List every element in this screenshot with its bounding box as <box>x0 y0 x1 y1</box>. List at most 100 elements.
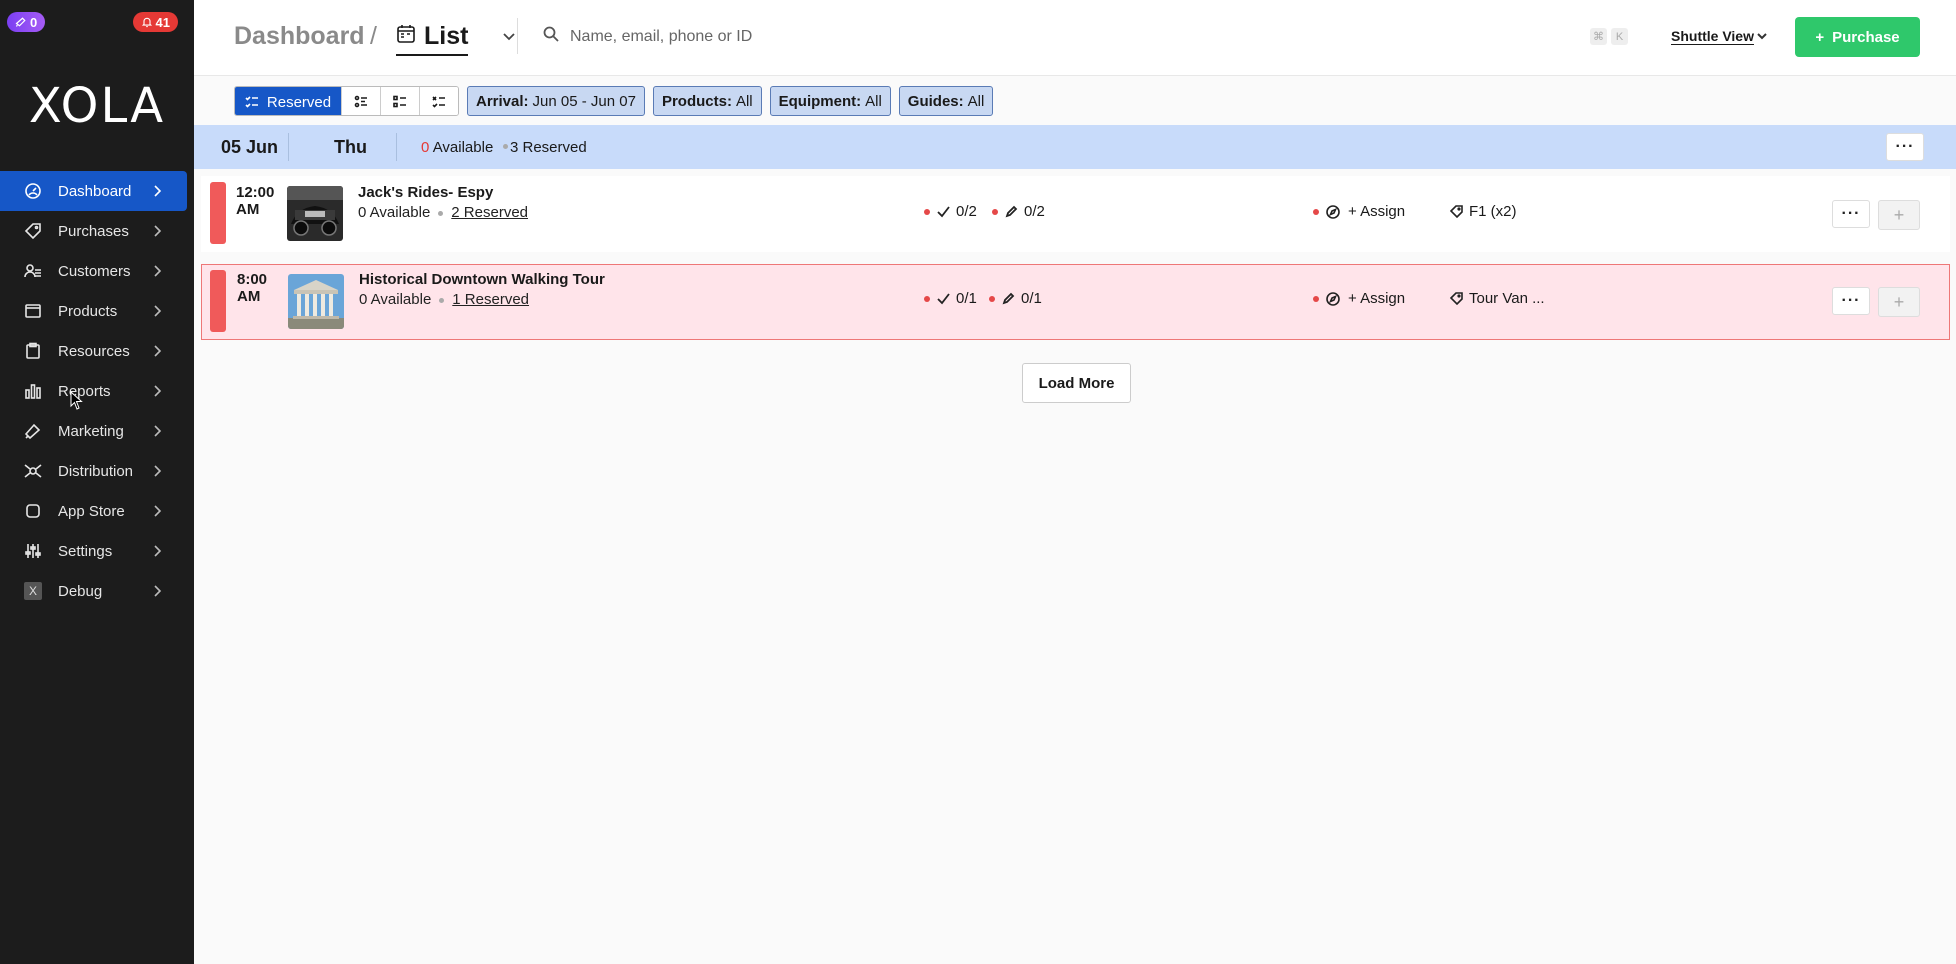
notification-badge-purple[interactable]: 0 <box>7 12 46 32</box>
plus-icon: + <box>1893 204 1905 225</box>
reserved-filter-button[interactable]: Reserved <box>235 87 341 115</box>
sidebar-item-debug[interactable]: X Debug <box>0 571 194 611</box>
sidebar-item-reports[interactable]: Reports <box>0 371 194 411</box>
event-title[interactable]: Historical Downtown Walking Tour <box>359 271 605 288</box>
equipment-info[interactable]: F1 (x2) <box>1450 203 1517 220</box>
view-selector[interactable]: List <box>396 20 469 56</box>
app-store-icon <box>24 502 42 520</box>
sidebar-item-settings[interactable]: Settings <box>0 531 194 571</box>
header-divider <box>517 18 518 54</box>
box-icon <box>24 302 42 320</box>
load-more-button[interactable]: Load More <box>1022 363 1131 403</box>
event-time-ampm: AM <box>236 201 260 218</box>
status-dot <box>924 295 930 302</box>
chip-key: Guides: <box>907 92 964 110</box>
day-header-row: 05 Jun Thu 0 Available 3 Reserved ··· <box>194 125 1956 169</box>
check-icon <box>937 293 950 305</box>
compass-icon <box>1326 204 1340 219</box>
filter-bar: Reserved Arrival: Jun 05 - Jun 07 Produc… <box>234 86 994 116</box>
assign-guide-button[interactable]: + Assign <box>1313 290 1405 307</box>
list-icon <box>354 95 367 108</box>
purchase-button[interactable]: + Purchase <box>1795 17 1920 57</box>
chevron-right-icon <box>152 544 162 558</box>
notification-badge-red[interactable]: 41 <box>132 12 178 32</box>
event-time-ampm: AM <box>237 288 261 305</box>
sidebar-item-resources[interactable]: Resources <box>0 331 194 371</box>
available-count: 0 <box>421 139 430 156</box>
event-time-hour: 12:00 <box>236 184 275 201</box>
sidebar-item-dashboard[interactable]: Dashboard <box>0 171 187 211</box>
sidebar-item-purchases[interactable]: Purchases <box>0 211 194 251</box>
products-filter-chip[interactable]: Products: All <box>652 86 762 116</box>
chevron-right-icon <box>152 584 162 598</box>
event-add-button[interactable]: + <box>1878 200 1920 230</box>
status-indicator <box>210 182 226 244</box>
guides-filter-chip[interactable]: Guides: All <box>898 86 994 116</box>
mouse-cursor-icon <box>70 390 84 416</box>
status-filter-segment: Reserved <box>234 86 459 116</box>
chevron-down-icon[interactable] <box>502 30 516 49</box>
status-indicator <box>210 270 226 332</box>
event-reserved-link[interactable]: 1 Reserved <box>452 291 529 308</box>
chevron-right-icon <box>152 504 162 518</box>
chip-key: Equipment: <box>778 92 862 110</box>
event-more-button[interactable]: ··· <box>1832 287 1870 315</box>
equipment-info[interactable]: Tour Van ... <box>1450 290 1545 307</box>
event-availability: 0 Available 2 Reserved <box>358 204 528 221</box>
chevron-right-icon <box>152 264 162 278</box>
day-more-button[interactable]: ··· <box>1886 133 1924 161</box>
filter-option-2[interactable] <box>341 87 380 115</box>
event-reserved-link[interactable]: 2 Reserved <box>451 204 528 221</box>
purchase-label: Purchase <box>1832 28 1900 46</box>
top-header: Dashboard / List ⌘ K Shuttle View + Purc… <box>194 0 1956 76</box>
equipment-filter-chip[interactable]: Equipment: All <box>769 86 891 116</box>
chevron-right-icon <box>152 344 162 358</box>
divider <box>288 133 289 161</box>
xola-logo[interactable]: XOLA <box>0 78 194 134</box>
separator-dot <box>439 297 445 303</box>
filter-option-3[interactable] <box>380 87 419 115</box>
kbd-cmd: ⌘ <box>1590 28 1607 45</box>
chevron-down-icon <box>1757 33 1767 40</box>
status-dot <box>989 295 995 302</box>
checkin-metric: 0/2 <box>924 203 977 220</box>
event-row[interactable]: 8:00 AM Historical Downtown Walking Tour … <box>201 264 1950 340</box>
plus-icon: + <box>1815 28 1825 46</box>
sidebar-item-label: Resources <box>58 342 130 360</box>
assign-guide-button[interactable]: + Assign <box>1313 203 1405 220</box>
sidebar-item-app-store[interactable]: App Store <box>0 491 194 531</box>
megaphone-icon <box>24 422 42 440</box>
search-input[interactable] <box>570 24 970 50</box>
waiver-count: 0/2 <box>1024 203 1045 220</box>
sidebar-item-label: Settings <box>58 542 113 560</box>
event-add-button[interactable]: + <box>1878 287 1920 317</box>
day-of-week: Thu <box>334 137 367 157</box>
sliders-icon <box>24 542 42 560</box>
list-x-icon <box>432 96 445 108</box>
shuttle-view-dropdown[interactable]: Shuttle View <box>1671 28 1767 44</box>
chip-key: Arrival: <box>476 92 529 110</box>
shuttle-view-label: Shuttle View <box>1671 28 1754 44</box>
event-more-button[interactable]: ··· <box>1832 200 1870 228</box>
day-reserved: 3 Reserved <box>510 139 587 156</box>
equipment-label: Tour Van ... <box>1469 290 1545 307</box>
chip-value: All <box>735 92 753 110</box>
sidebar-item-label: Purchases <box>58 222 129 240</box>
checklist-icon <box>393 95 406 108</box>
event-thumbnail <box>287 186 343 241</box>
sidebar-item-products[interactable]: Products <box>0 291 194 331</box>
arrival-filter-chip[interactable]: Arrival: Jun 05 - Jun 07 <box>467 86 645 116</box>
dashboard-icon <box>24 182 42 200</box>
ellipsis-icon: ··· <box>1841 205 1861 222</box>
breadcrumb-separator: / <box>370 22 377 50</box>
sidebar-item-distribution[interactable]: Distribution <box>0 451 194 491</box>
sidebar-item-marketing[interactable]: Marketing <box>0 411 194 451</box>
sidebar-item-customers[interactable]: Customers <box>0 251 194 291</box>
breadcrumb-dashboard[interactable]: Dashboard <box>234 22 365 51</box>
sidebar-item-label: Marketing <box>58 422 124 440</box>
clipboard-icon <box>24 342 42 360</box>
assign-label: + Assign <box>1348 290 1406 307</box>
filter-option-4[interactable] <box>419 87 458 115</box>
event-title[interactable]: Jack's Rides- Espy <box>358 184 493 201</box>
event-row[interactable]: 12:00 AM Jack's Rides- Espy 0 Available 2 … <box>201 176 1950 252</box>
